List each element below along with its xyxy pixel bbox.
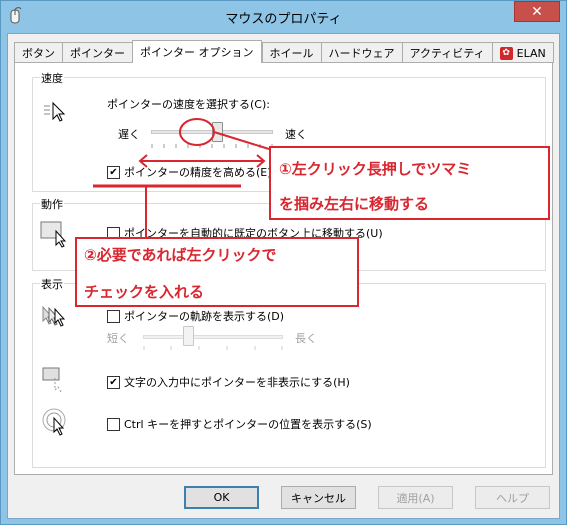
visibility-group: 表示 ポインターの軌跡を表示する(D) 短く 長く ✔ 文字の入力中にポインター… [32, 276, 546, 468]
note1-line2: を掴み左右に移動する [279, 195, 430, 213]
mouse-properties-window: マウスのプロパティ ✕ ボタン ポインター ポインター オプション ホイール ハ… [0, 0, 567, 525]
motion-group-label: 動作 [40, 196, 64, 212]
long-label: 長く [295, 332, 317, 345]
annotation-note-1: ①左クリック長押しでツマミ を掴み左右に移動する [269, 146, 550, 220]
close-button[interactable]: ✕ [514, 1, 560, 22]
annotation-note-2: ②必要であれば左クリックで チェックを入れる [75, 237, 359, 307]
trails-slider-track[interactable] [143, 335, 283, 339]
show-location-icon [42, 408, 66, 436]
apply-button[interactable]: 適用(A) [378, 486, 453, 509]
precision-label: ポインターの精度を高める(E) [124, 166, 272, 179]
speed-slider-thumb[interactable] [212, 122, 224, 142]
precision-checkbox[interactable] [107, 165, 120, 179]
hide-while-typing-icon [42, 367, 62, 393]
tab-label: ハードウェア [328, 47, 395, 60]
tab-activity[interactable]: アクティビティ [401, 42, 492, 63]
speed-group-label: 速度 [40, 70, 64, 86]
speed-select-label: ポインターの速度を選択する(C): [107, 98, 270, 111]
trails-label: ポインターの軌跡を表示する(D) [124, 310, 285, 323]
fast-label: 速く [285, 128, 307, 141]
note2-line2: チェックを入れる [84, 283, 205, 301]
pointer-speed-icon [44, 101, 66, 122]
hide-typing-label: 文字の入力中にポインターを非表示にする(H) [124, 376, 350, 389]
tab-label: アクティビティ [409, 47, 485, 60]
trails-slider-thumb[interactable] [183, 326, 194, 346]
tab-label: ボタン [22, 47, 55, 60]
tab-label: ELAN [516, 46, 546, 60]
slow-label: 遅く [118, 128, 140, 141]
trails-checkbox-row[interactable]: ポインターの軌跡を表示する(D) [107, 308, 284, 324]
title-bar[interactable]: マウスのプロパティ ✕ [1, 1, 566, 33]
tab-buttons[interactable]: ボタン [14, 42, 62, 63]
elan-icon: ✿ [499, 46, 513, 60]
short-label: 短く [107, 332, 129, 345]
cancel-button[interactable]: キャンセル [281, 486, 356, 509]
tab-hardware[interactable]: ハードウェア [320, 42, 402, 63]
snap-to-icon [40, 221, 67, 248]
note2-line1: ②必要であれば左クリックで [84, 246, 277, 264]
tab-pointers[interactable]: ポインター [62, 42, 132, 63]
tab-pointer-options[interactable]: ポインター オプション [132, 40, 262, 63]
window-title: マウスのプロパティ [225, 12, 342, 27]
help-button[interactable]: ヘルプ [475, 486, 550, 509]
show-ctrl-label: Ctrl キーを押すとポインターの位置を表示する(S) [124, 418, 372, 431]
speed-slider-ticks [151, 144, 273, 148]
show-ctrl-checkbox[interactable] [107, 417, 120, 431]
tab-label: ポインター オプション [140, 46, 254, 59]
hide-typing-checkbox[interactable] [107, 375, 120, 389]
tab-label: ポインター [70, 47, 125, 60]
close-icon: ✕ [531, 3, 543, 20]
trails-slider-ticks [143, 346, 283, 350]
pointer-trails-icon [42, 305, 66, 327]
ok-button[interactable]: OK [184, 486, 259, 509]
tab-wheel[interactable]: ホイール [261, 42, 321, 63]
trails-checkbox[interactable] [107, 309, 120, 323]
tab-elan[interactable]: ✿ ELAN [491, 42, 554, 63]
hide-typing-checkbox-row[interactable]: 文字の入力中にポインターを非表示にする(H) [107, 374, 350, 390]
tab-label: ホイール [269, 47, 314, 60]
show-ctrl-checkbox-row[interactable]: Ctrl キーを押すとポインターの位置を表示する(S) [107, 416, 372, 432]
tab-strip: ボタン ポインター ポインター オプション ホイール ハードウェア アクティビテ… [14, 40, 554, 63]
precision-checkbox-row[interactable]: ポインターの精度を高める(E) [107, 164, 272, 180]
note1-line1: ①左クリック長押しでツマミ [279, 160, 472, 178]
visibility-group-label: 表示 [40, 276, 64, 292]
